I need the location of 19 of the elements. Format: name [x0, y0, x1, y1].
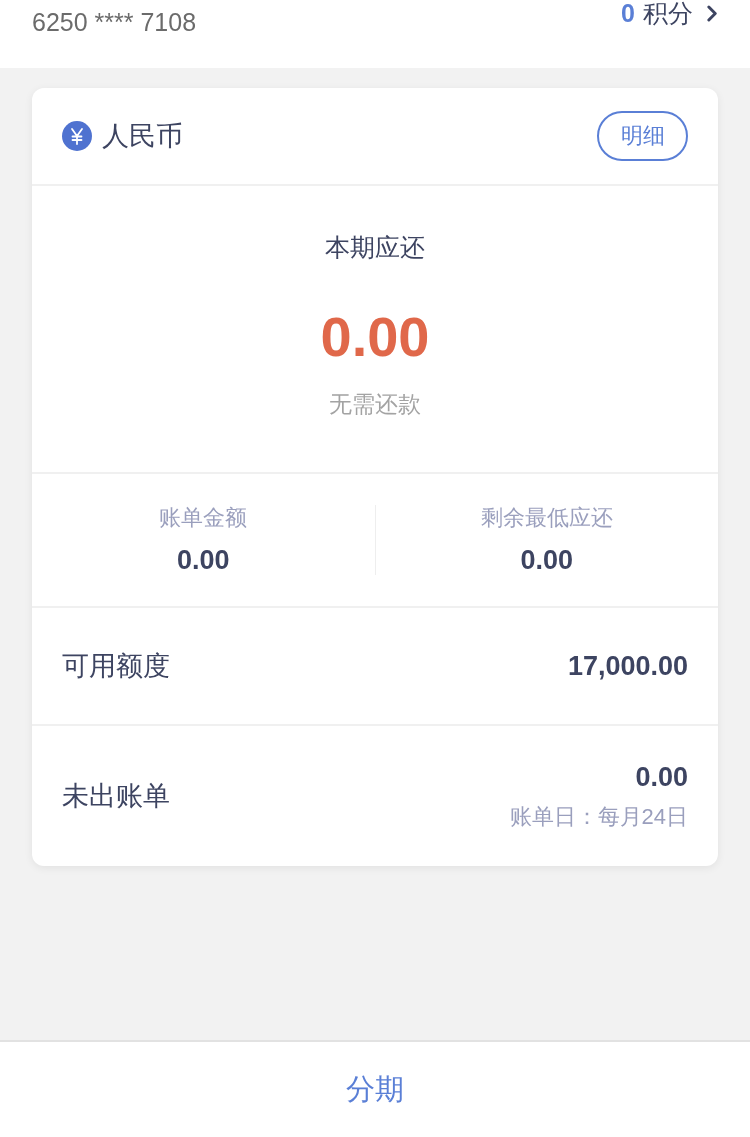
points-link[interactable]: 0 积分	[621, 0, 718, 26]
row-value: 17,000.00	[567, 651, 688, 681]
currency-label: 人民币	[102, 120, 183, 153]
row-label: 未出账单	[62, 780, 170, 813]
card-number: 6250 **** 7108	[32, 7, 197, 37]
summary-label: 账单金额	[159, 505, 248, 531]
chevron-right-icon	[707, 4, 718, 22]
detail-button[interactable]: 明细	[597, 111, 688, 161]
due-amount: 0.00	[320, 306, 430, 368]
row-label: 可用额度	[62, 650, 170, 683]
summary-value: 0.00	[520, 545, 574, 575]
installment-button[interactable]: 分期	[336, 1065, 414, 1114]
billing-date-note: 账单日：每月24日	[509, 804, 688, 830]
summary-label: 剩余最低应还	[480, 505, 613, 531]
due-label: 本期应还	[325, 232, 425, 262]
due-note: 无需还款	[329, 390, 421, 418]
yen-icon	[62, 121, 92, 151]
row-value: 0.00	[635, 762, 688, 792]
summary-value: 0.00	[176, 545, 230, 575]
